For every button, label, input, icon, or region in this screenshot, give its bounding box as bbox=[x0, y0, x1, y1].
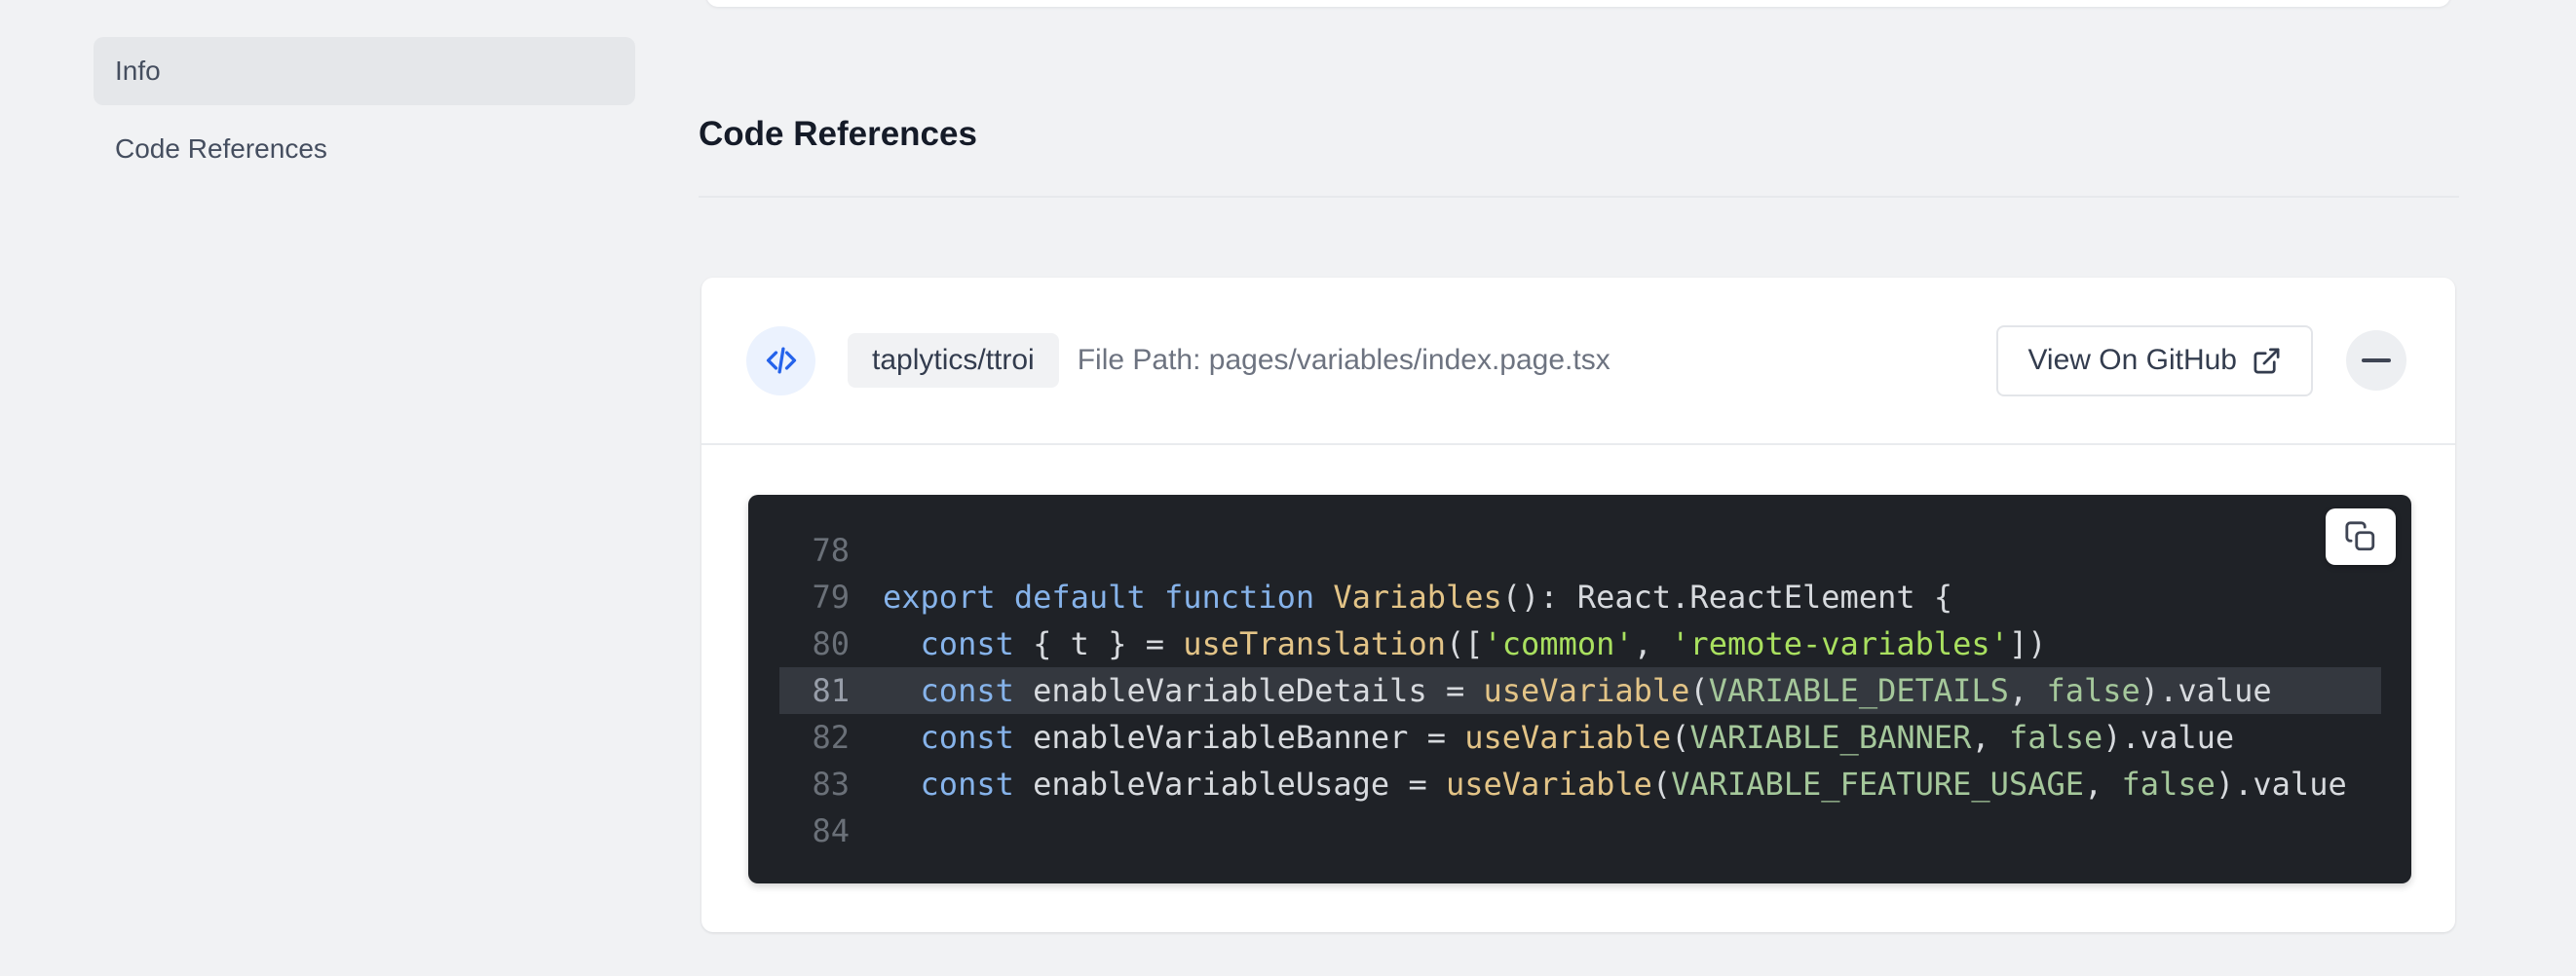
line-number: 81 bbox=[748, 672, 850, 709]
line-number: 78 bbox=[748, 532, 850, 569]
code-line-text: const enableVariableUsage = useVariable(… bbox=[850, 766, 2347, 803]
line-number: 82 bbox=[748, 719, 850, 756]
code-reference-card: taplytics/ttroi File Path: pages/variabl… bbox=[701, 278, 2455, 932]
collapse-button[interactable] bbox=[2346, 330, 2406, 391]
code-block: 78 79export default function Variables():… bbox=[748, 495, 2411, 883]
code-line-text: const { t } = useTranslation(['common', … bbox=[850, 625, 2046, 662]
sidebar-item-code-references[interactable]: Code References bbox=[94, 115, 635, 183]
sidebar-item-info[interactable]: Info bbox=[94, 37, 635, 105]
page: Info Code References Code References tapl… bbox=[0, 0, 2576, 976]
code-block-container: 78 79export default function Variables():… bbox=[701, 445, 2455, 932]
code-line: 79export default function Variables(): R… bbox=[748, 574, 2411, 620]
section-title: Code References bbox=[699, 115, 977, 154]
copy-code-button[interactable] bbox=[2326, 508, 2396, 565]
line-number: 79 bbox=[748, 579, 850, 616]
code-line: 78 bbox=[748, 527, 2411, 574]
sidebar-item-label: Info bbox=[115, 56, 161, 87]
line-number: 83 bbox=[748, 766, 850, 803]
section-divider bbox=[699, 196, 2459, 198]
view-on-github-label: View On GitHub bbox=[2027, 344, 2237, 377]
code-line: 80 const { t } = useTranslation(['common… bbox=[748, 620, 2411, 667]
sidebar: Info Code References bbox=[94, 37, 635, 193]
code-line: 82 const enableVariableBanner = useVaria… bbox=[748, 714, 2411, 761]
line-number: 84 bbox=[748, 812, 850, 849]
view-on-github-button[interactable]: View On GitHub bbox=[1996, 325, 2313, 396]
code-line-text: const enableVariableDetails = useVariabl… bbox=[850, 672, 2272, 709]
sidebar-item-label: Code References bbox=[115, 133, 327, 165]
code-line: 81 const enableVariableDetails = useVari… bbox=[748, 667, 2411, 714]
minus-icon bbox=[2362, 358, 2391, 362]
code-reference-card-header: taplytics/ttroi File Path: pages/variabl… bbox=[701, 278, 2455, 443]
code-line: 83 const enableVariableUsage = useVariab… bbox=[748, 761, 2411, 807]
repo-badge: taplytics/ttroi bbox=[848, 333, 1059, 388]
code-line-text: const enableVariableBanner = useVariable… bbox=[850, 719, 2234, 756]
copy-icon bbox=[2344, 520, 2377, 553]
external-link-icon bbox=[2252, 346, 2282, 376]
code-line: 84 bbox=[748, 807, 2411, 854]
code-brackets-icon bbox=[746, 326, 815, 395]
file-path-label: File Path: pages/variables/index.page.ts… bbox=[1078, 344, 1610, 377]
code-line-text: export default function Variables(): Rea… bbox=[850, 579, 1952, 616]
line-number: 80 bbox=[748, 625, 850, 662]
previous-card-remnant bbox=[706, 0, 2450, 7]
